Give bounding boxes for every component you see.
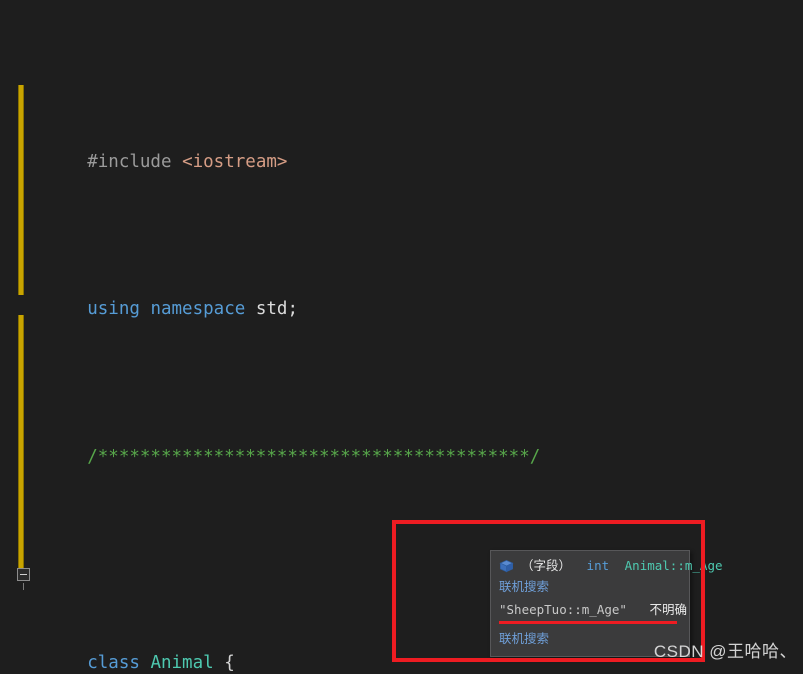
fold-collapse-icon-animal[interactable] [17,567,30,581]
token-kw-class: class [87,653,140,673]
tooltip-red-underline [499,621,677,624]
tooltip-online-search-link-1[interactable]: 联机搜索 [491,576,689,598]
code-line-2[interactable]: using namespace std; [0,266,803,319]
token-kw-namespace: namespace [150,299,246,319]
token-semicolon: ; [287,299,298,319]
code-editor[interactable]: #include <iostream> using namespace std;… [0,0,803,674]
tooltip-signature-row: （字段） int Animal::m_Age [491,555,723,576]
tooltip-error-message: 不明确 [649,602,688,617]
tooltip-kind-label: （字段） [521,558,572,573]
tooltip-signature-qualified: Animal::m_Age [624,558,723,573]
code-line-1[interactable]: #include <iostream> [0,118,803,172]
token-brace-open: { [224,653,235,673]
token-include-directive: #include [87,151,172,172]
outline-vline-animal [23,582,24,590]
field-cube-icon [499,559,514,574]
token-comment-banner-top: /***************************************… [87,446,541,467]
tooltip-error-quoted: "SheepTuo::m_Age" [499,602,627,617]
token-kw-using: using [87,299,140,319]
token-id-std: std [255,299,288,319]
tooltip-signature-keyword: int [586,558,610,573]
code-line-3[interactable]: /***************************************… [0,413,803,467]
token-type-animal: Animal [150,653,214,673]
csdn-watermark: CSDN @王哈哈、 [653,642,797,661]
token-include-header: <iostream> [182,151,288,172]
tooltip-error-row: "SheepTuo::m_Age" 不明确 [491,598,689,619]
